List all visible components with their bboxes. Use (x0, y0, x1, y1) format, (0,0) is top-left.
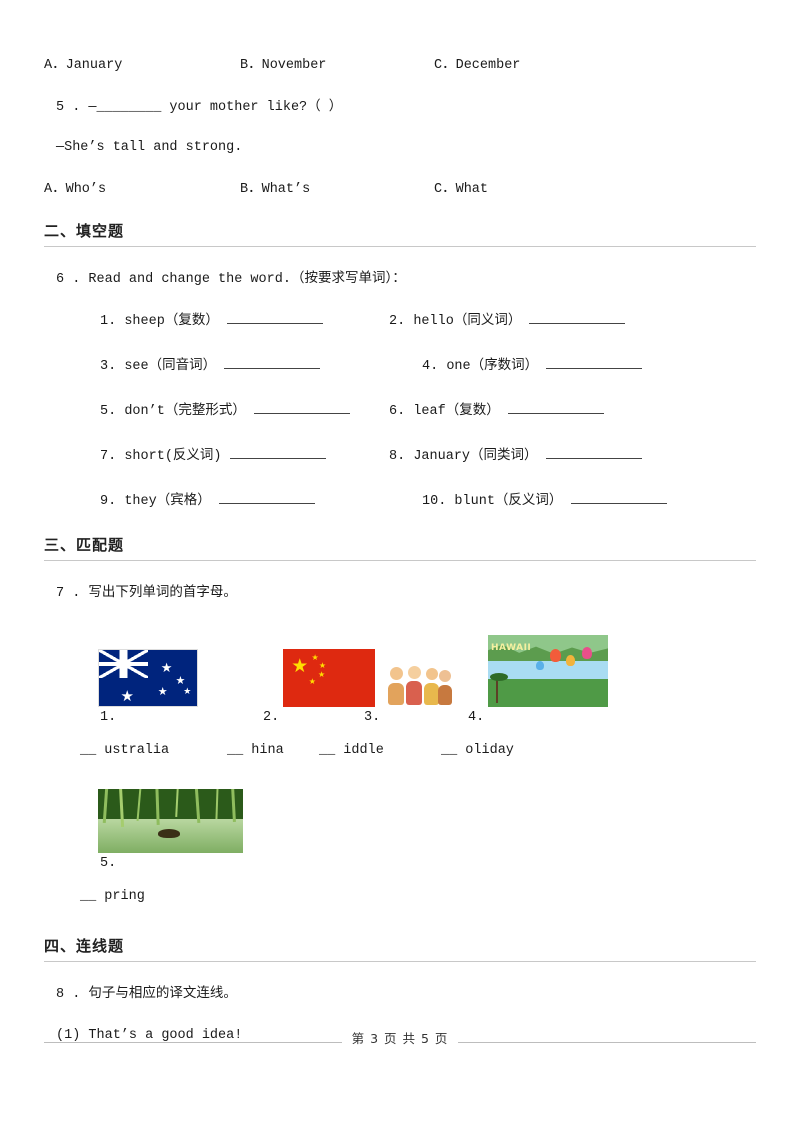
q4-choice-a: A．January (44, 58, 123, 73)
q7-picture-row-1: 1. ★ ★ ★ ★ ★ 2. ★ ★ ★ ★ ★ 3. 4. HAWAII (44, 627, 756, 725)
section-3-rule (44, 560, 756, 561)
blank[interactable] (226, 311, 323, 324)
spring-scene-image (98, 789, 243, 853)
q4-choices: A．January B．November C．December (44, 52, 756, 73)
q5-answer-line: —She’s tall and strong. (56, 140, 243, 155)
blank[interactable] (570, 491, 667, 504)
section-4-title: 四、连线题 (44, 937, 125, 955)
blank[interactable] (224, 356, 321, 369)
australia-flag-image: ★ ★ ★ ★ ★ (98, 649, 198, 707)
q7-answer-4[interactable]: __ oliday (441, 743, 514, 758)
q8-stem: 8 . 句子与相应的译文连线。 (56, 987, 237, 1002)
q7-stem: 7 . 写出下列单词的首字母。 (56, 586, 237, 601)
footer-rule-right (456, 1042, 756, 1043)
blank[interactable] (507, 401, 604, 414)
section-2-rule (44, 246, 756, 247)
holiday-scene-image: HAWAII (488, 635, 608, 707)
q6-item-5: 5. don’t（完整形式） (100, 398, 350, 419)
section-4: 四、连线题 (44, 935, 756, 962)
q7-answer-2[interactable]: __ hina (227, 743, 284, 758)
picture-1-number: 1. (100, 710, 117, 725)
q5-choices: A．Who’s B．What’s C．What (44, 176, 756, 197)
kids-photo-image (382, 663, 454, 707)
q6-row-3: 5. don’t（完整形式） 6. leaf（复数） (44, 398, 756, 420)
q7-answer-3[interactable]: __ iddle (319, 743, 384, 758)
blank[interactable] (218, 491, 315, 504)
q5-stem: 5 . —________ your mother like?（ ） (56, 100, 343, 115)
picture-4-number: 4. (468, 710, 485, 725)
q6-item-1: 1. sheep（复数） (100, 308, 323, 329)
q6-item-6: 6. leaf（复数） (389, 398, 604, 419)
page-number: 第 3 页 共 5 页 (341, 1028, 459, 1047)
q5-choice-b: B．What’s (240, 182, 311, 197)
blank[interactable] (545, 446, 642, 459)
q4-choice-c: C．December (434, 58, 521, 73)
picture-3-number: 3. (364, 710, 381, 725)
q5-choice-a: A．Who’s (44, 182, 107, 197)
q6-row-1: 1. sheep（复数） 2. hello（同义词） (44, 308, 756, 330)
q6-item-2: 2. hello（同义词） (389, 308, 626, 329)
section-3: 三、匹配题 (44, 534, 756, 561)
q4-choice-b: B．November (240, 58, 327, 73)
blank[interactable] (546, 356, 643, 369)
section-2: 二、填空题 (44, 220, 756, 247)
q6-item-9: 9. they（宾格） (100, 488, 315, 509)
q6-item-3: 3. see（同音词） (100, 353, 321, 374)
china-flag-image: ★ ★ ★ ★ ★ (283, 649, 375, 707)
q6-item-7: 7. short(反义词) (100, 443, 326, 464)
blank[interactable] (529, 311, 626, 324)
q5-choice-c: C．What (434, 182, 489, 197)
blank[interactable] (253, 401, 350, 414)
document-page: A．January B．November C．December 5 . —___… (0, 0, 800, 1132)
q6-stem: 6 . Read and change the word.（按要求写单词）： (56, 272, 406, 287)
q7-answers-row-2: __ pring (44, 889, 756, 911)
q6-row-4: 7. short(反义词) 8. January（同类词） (44, 443, 756, 465)
section-4-rule (44, 961, 756, 962)
blank[interactable] (229, 446, 326, 459)
footer-rule-left (44, 1042, 344, 1043)
q7-answer-5[interactable]: __ pring (80, 889, 145, 904)
section-3-title: 三、匹配题 (44, 536, 125, 554)
page-content: A．January B．November C．December 5 . —___… (44, 0, 756, 1043)
q7-answers-row-1: __ ustralia __ hina __ iddle __ oliday (44, 743, 756, 765)
q6-row-5: 9. they（宾格） 10. blunt（反义词） (44, 488, 756, 510)
q6-item-8: 8. January（同类词） (389, 443, 642, 464)
q6-row-2: 3. see（同音词） 4. one（序数词） (44, 353, 756, 375)
picture-2-number: 2. (263, 710, 280, 725)
section-2-title: 二、填空题 (44, 222, 125, 240)
q7-answer-1[interactable]: __ ustralia (80, 743, 169, 758)
q7-picture-row-2: 5. (44, 787, 756, 871)
q6-item-10: 10. blunt（反义词） (422, 488, 667, 509)
page-footer: 第 3 页 共 5 页 (0, 1028, 800, 1048)
q6-item-4: 4. one（序数词） (422, 353, 643, 374)
picture-5-number: 5. (100, 856, 117, 871)
